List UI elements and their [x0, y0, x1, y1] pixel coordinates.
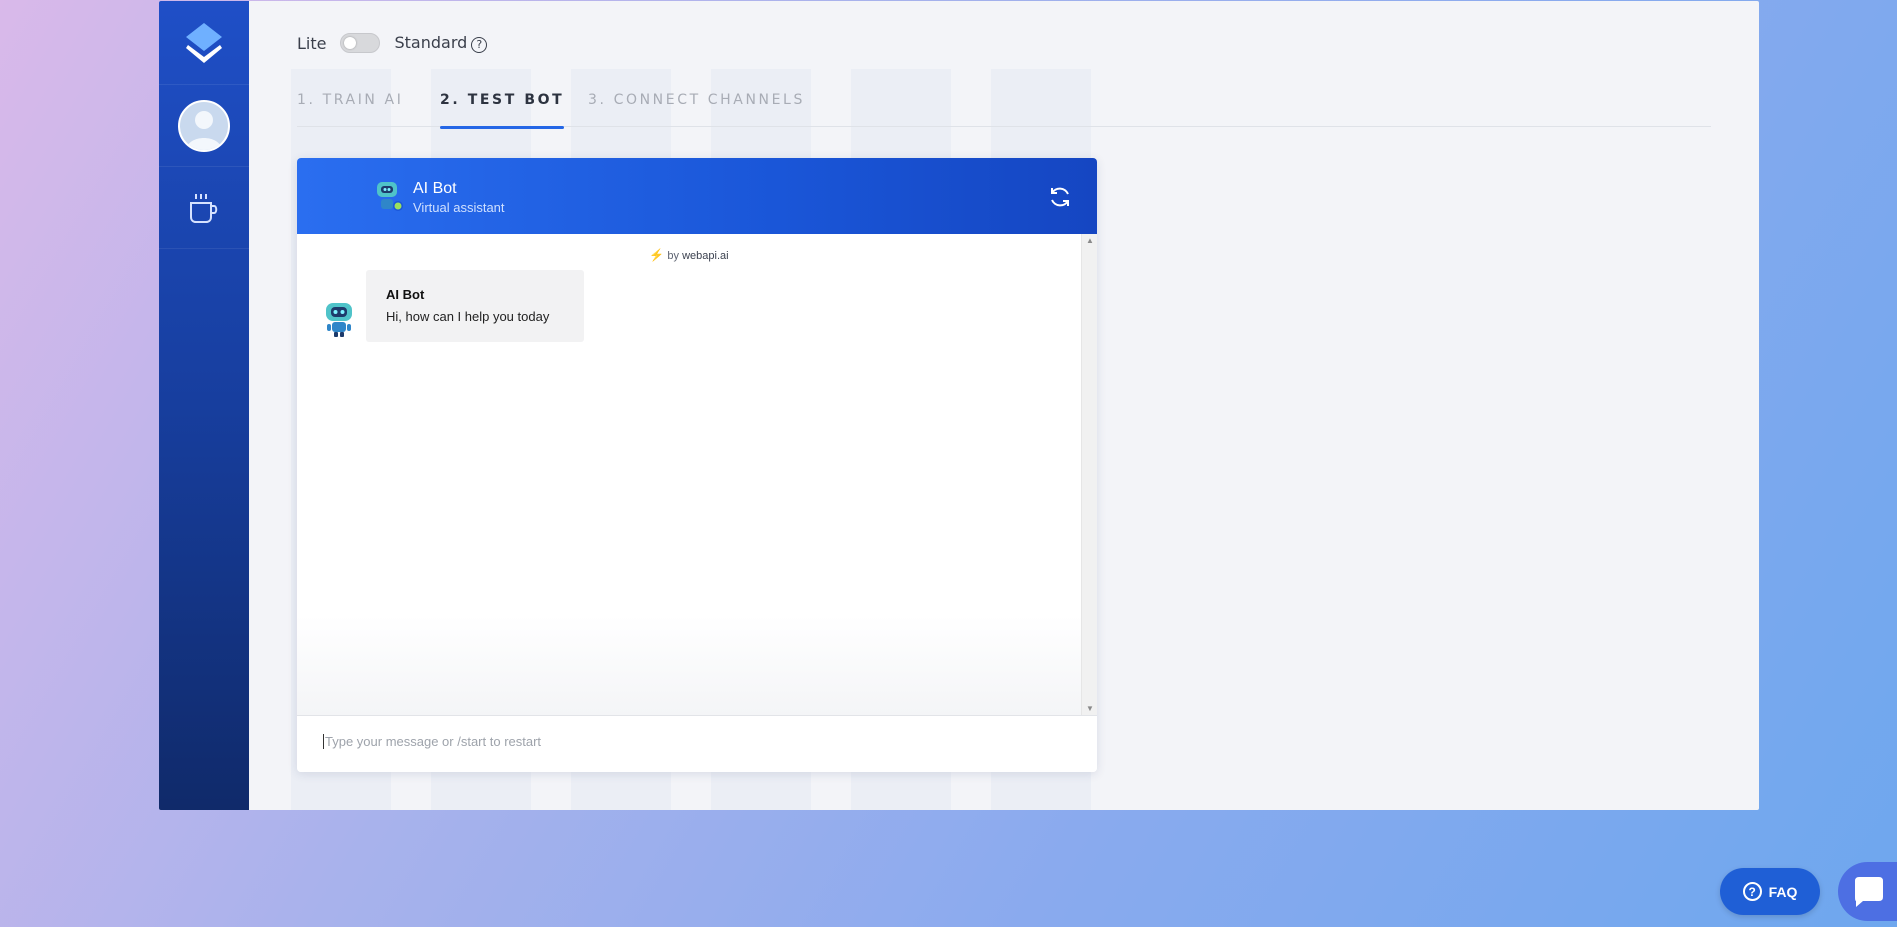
- tab-test-bot[interactable]: 2. TEST BOT: [440, 91, 565, 129]
- coffee-cup-icon: [190, 193, 218, 223]
- refresh-icon[interactable]: [1047, 184, 1073, 210]
- mode-switcher: Lite Standard?: [297, 33, 488, 53]
- app-window: Lite Standard? 1. TRAIN AI 2. TEST BOT 3…: [159, 1, 1759, 810]
- chat-widget: AI Bot Virtual assistant ⚡ by webapi.ai: [297, 158, 1097, 772]
- tab-connect-channels[interactable]: 3. CONNECT CHANNELS: [588, 91, 805, 127]
- standard-text: Standard: [394, 33, 468, 53]
- mode-lite-label: Lite: [297, 33, 327, 53]
- message-sender: AI Bot: [386, 287, 425, 302]
- bot-avatar-icon: [377, 182, 403, 211]
- help-icon[interactable]: ?: [471, 36, 488, 53]
- mode-standard-label: Standard?: [394, 33, 488, 53]
- avatar: [178, 99, 230, 152]
- faq-button[interactable]: ? FAQ: [1720, 868, 1820, 915]
- sidebar: [159, 1, 249, 810]
- powered-brand[interactable]: webapi.ai: [682, 250, 728, 262]
- message-composer: [297, 715, 1097, 772]
- faq-help-icon: ?: [1742, 882, 1762, 901]
- scroll-up-icon[interactable]: ▲: [1086, 236, 1094, 245]
- message-input[interactable]: [323, 734, 1063, 749]
- chat-header: AI Bot Virtual assistant: [297, 158, 1097, 234]
- messages-fade: [297, 615, 1081, 715]
- chat-scrollbar[interactable]: ▲ ▼: [1081, 234, 1097, 715]
- user-avatar-button[interactable]: [159, 85, 249, 167]
- logo[interactable]: [159, 1, 249, 85]
- powered-by: ⚡ by webapi.ai: [297, 248, 1081, 262]
- layers-icon: [186, 22, 222, 63]
- step-tabs: 1. TRAIN AI 2. TEST BOT 3. CONNECT CHANN…: [297, 91, 1711, 129]
- coffee-button[interactable]: [159, 167, 249, 249]
- main-content: Lite Standard? 1. TRAIN AI 2. TEST BOT 3…: [249, 1, 1759, 810]
- bot-subtitle: Virtual assistant: [413, 200, 505, 215]
- powered-prefix: by: [667, 250, 680, 262]
- faq-label: FAQ: [1768, 883, 1798, 900]
- chat-bubble-icon: [1854, 876, 1883, 907]
- mode-toggle[interactable]: [340, 33, 381, 53]
- chat-messages[interactable]: ⚡ by webapi.ai AI Bot Hi, how can I help…: [297, 234, 1097, 715]
- bot-message-bubble: AI Bot Hi, how can I help you today: [366, 270, 584, 342]
- bolt-icon: ⚡: [649, 248, 665, 262]
- message-text: Hi, how can I help you today: [386, 309, 550, 324]
- chat-launcher-button[interactable]: [1838, 862, 1897, 921]
- scroll-down-icon[interactable]: ▼: [1086, 704, 1094, 713]
- tab-train-ai[interactable]: 1. TRAIN AI: [297, 91, 403, 127]
- bot-message-avatar-icon: [326, 303, 352, 337]
- user-avatar-icon: [186, 110, 222, 150]
- bot-title: AI Bot: [413, 180, 457, 197]
